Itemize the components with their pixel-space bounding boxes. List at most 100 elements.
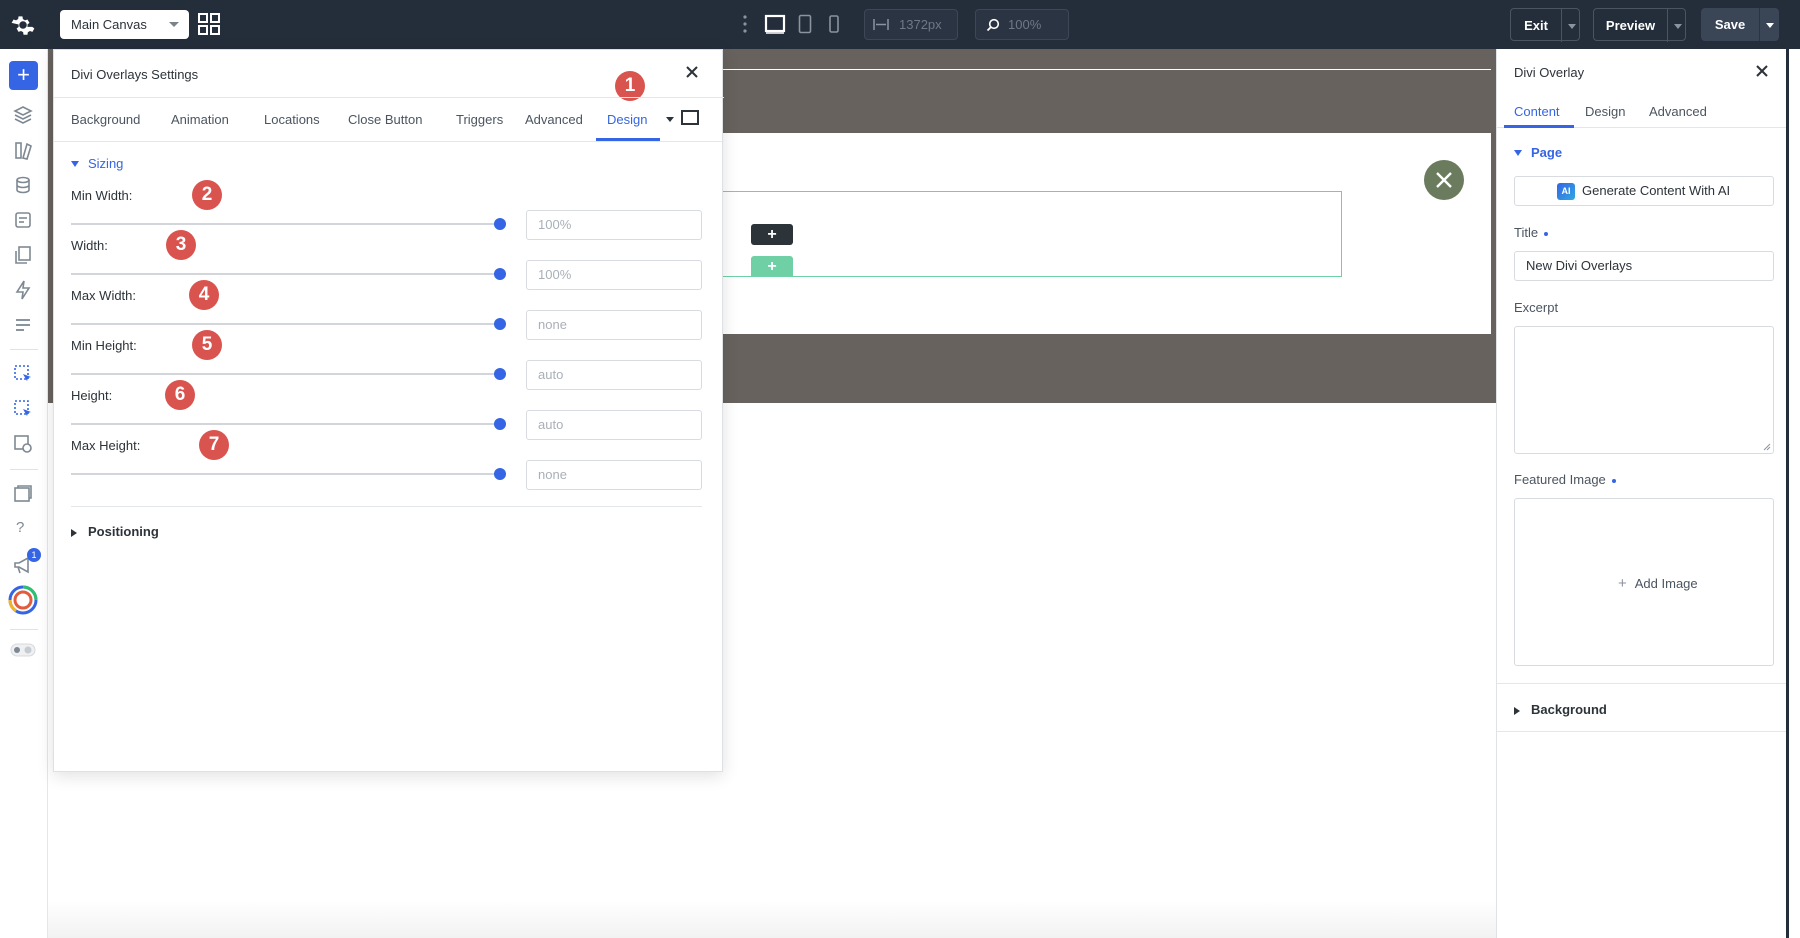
top-toolbar: Main Canvas 1372px 100% Exit Preview Sav… [0,0,1800,49]
sizing-section-toggle[interactable]: Sizing [88,156,123,171]
layers-icon[interactable] [12,104,34,126]
max-height-input[interactable]: none [526,460,702,490]
tab-advanced[interactable]: Advanced [1649,104,1707,119]
min-height-slider-handle[interactable] [494,368,506,380]
generate-content-ai-button[interactable]: AI Generate Content With AI [1514,176,1774,206]
ai-icon: AI [1557,183,1575,200]
height-slider-handle[interactable] [494,418,506,430]
expand-icon[interactable] [681,110,699,125]
title-input[interactable]: New Divi Overlays [1514,251,1774,281]
canvas-width-field[interactable]: 1372px [864,9,958,40]
tab-close-button[interactable]: Close Button [348,112,422,127]
min-width-slider-handle[interactable] [494,218,506,230]
grid-icon[interactable] [198,13,220,35]
min-height-label: Min Height: [71,338,137,353]
featured-image-dropzone[interactable]: + Add Image [1514,498,1774,666]
tab-design[interactable]: Design [607,112,647,127]
excerpt-textarea[interactable] [1514,326,1774,454]
exit-button-label: Exit [1524,18,1548,33]
exit-dropdown[interactable] [1561,9,1562,42]
add-module-button[interactable]: + [751,224,793,245]
exit-button[interactable]: Exit [1510,8,1580,42]
right-settings-panel: Divi Overlay Content Design Advanced Pag… [1496,49,1787,938]
close-icon[interactable] [683,63,701,81]
resize-handle-icon[interactable] [1763,443,1771,451]
pages-icon[interactable] [12,244,34,266]
overlay-close-button[interactable] [1424,160,1464,200]
form-icon[interactable] [12,209,34,231]
max-width-input[interactable]: none [526,310,702,340]
caret-right-icon [71,529,77,537]
zoom-value: 100% [1008,17,1042,32]
tab-triggers[interactable]: Triggers [456,112,503,127]
max-width-slider-handle[interactable] [494,318,506,330]
tab-locations[interactable]: Locations [264,112,320,127]
min-height-input[interactable]: auto [526,360,702,390]
list-settings-icon[interactable] [12,314,34,336]
phone-view-icon[interactable] [828,14,840,34]
background-section-toggle[interactable]: Background [1531,702,1607,717]
chevron-down-icon[interactable] [666,117,674,122]
desktop-view-icon[interactable] [764,14,786,34]
overlay-trigger-icon[interactable] [12,398,34,420]
width-slider-handle[interactable] [494,268,506,280]
width-slider[interactable] [71,273,501,275]
tab-background[interactable]: Background [71,112,140,127]
step-badge: 5 [192,330,222,360]
close-icon[interactable] [1754,63,1770,79]
min-width-input[interactable]: 100% [526,210,702,240]
panel-tabs: Content Design Advanced [1497,94,1787,128]
preview-button-label: Preview [1605,18,1656,33]
overlay-gallery-icon[interactable] [12,433,34,455]
preview-button[interactable]: Preview [1593,8,1686,42]
canvas-divider [722,69,1491,70]
overlay-select-icon[interactable] [12,363,34,385]
tab-design[interactable]: Design [1585,104,1625,119]
positioning-section-toggle[interactable]: Positioning [88,524,159,539]
featured-image-label-text: Featured Image [1514,472,1606,487]
max-height-slider[interactable] [71,473,501,475]
lightning-icon[interactable] [12,279,34,301]
canvas-select[interactable]: Main Canvas [60,10,189,39]
preview-dropdown[interactable] [1667,9,1668,42]
left-sidebar: + ? 1 [0,49,48,938]
height-slider[interactable] [71,423,501,425]
add-row-button[interactable]: + [751,256,793,277]
modal-title: Divi Overlays Settings [71,67,199,82]
caret-down-icon [1514,150,1522,156]
height-input[interactable]: auto [526,410,702,440]
zoom-field[interactable]: 100% [975,9,1069,40]
tab-advanced[interactable]: Advanced [525,112,583,127]
min-height-slider[interactable] [71,373,501,375]
chevron-down-icon [1674,24,1682,29]
help-icon[interactable]: ? [16,519,24,536]
divi-logo-icon[interactable] [7,584,39,616]
theme-toggle-icon[interactable] [10,643,36,657]
min-width-slider[interactable] [71,223,501,225]
save-button[interactable]: Save [1701,8,1779,41]
ai-button-label: Generate Content With AI [1582,183,1731,198]
width-input[interactable]: 100% [526,260,702,290]
active-tab-indicator [1504,125,1574,128]
page-section-toggle[interactable]: Page [1531,145,1562,160]
add-image-button[interactable]: + Add Image [1618,575,1698,592]
scrollbar-track [1786,49,1789,938]
windows-icon[interactable] [12,483,34,505]
tablet-view-icon[interactable] [798,14,812,34]
height-label: Height: [71,388,113,403]
row-outline[interactable] [722,191,1342,277]
tab-content[interactable]: Content [1514,104,1560,119]
database-icon[interactable] [12,174,34,196]
library-icon[interactable] [12,139,34,161]
scrollbar[interactable] [1786,49,1800,938]
add-module-button[interactable]: + [9,61,38,90]
gear-icon[interactable] [10,12,36,38]
drag-handle-icon[interactable] [742,14,748,34]
width-arrows-icon [873,19,889,30]
max-height-slider-handle[interactable] [494,468,506,480]
max-width-label: Max Width: [71,288,137,303]
tab-animation[interactable]: Animation [171,112,229,127]
section-divider [1497,731,1787,732]
max-width-slider[interactable] [71,323,501,325]
save-dropdown[interactable] [1759,8,1760,41]
